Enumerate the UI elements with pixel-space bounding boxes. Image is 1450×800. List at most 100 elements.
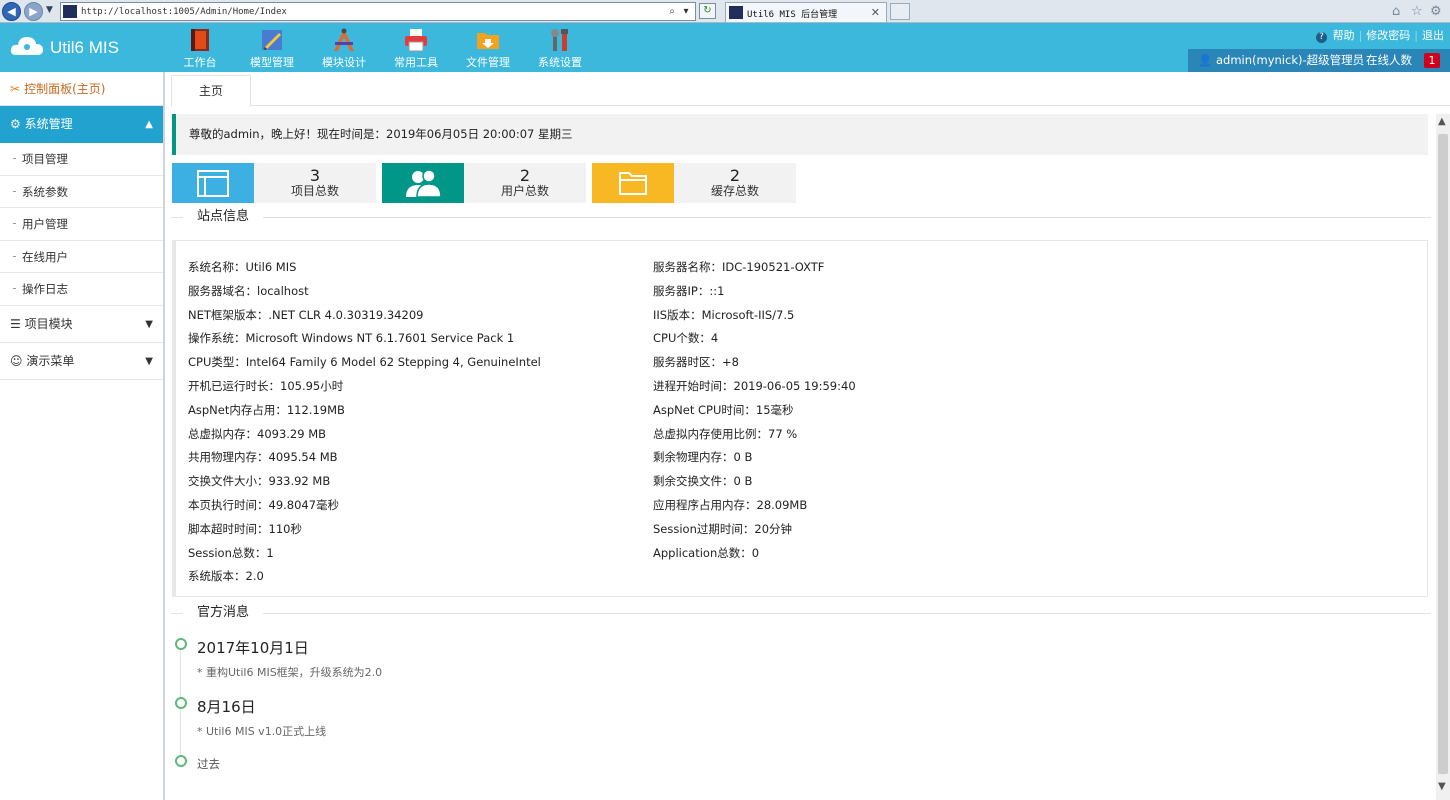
online-users-label[interactable]: 在线人数	[1366, 49, 1412, 72]
timeline-body: * 重构Util6 MIS框架，升级系统为2.0	[197, 666, 383, 679]
site-favicon-icon	[63, 5, 77, 18]
nav-workbench[interactable]: 工作台	[164, 23, 236, 69]
stat-text-box: 2 缓存总数	[674, 163, 796, 203]
tab-home[interactable]: 主页	[171, 75, 251, 107]
timeline-title: 8月16日	[197, 698, 256, 716]
nav-label: 模型管理	[250, 56, 294, 69]
site-info-item: 进程开始时间：2019-06-05 19:59:40	[653, 379, 856, 393]
app-header: Util6 MIS 工作台 模型管理 模块设计 常用工具 文件管理 系统设置 ?…	[0, 23, 1450, 72]
sidebar-group-demo[interactable]: ☺ 演示菜单 ▼	[0, 343, 163, 380]
site-info-item: 总虚拟内存使用比例：77 %	[653, 426, 798, 441]
new-tab-button[interactable]	[890, 3, 910, 20]
folder-icon	[619, 172, 647, 195]
nav-tools[interactable]: 常用工具	[380, 23, 452, 69]
site-info-item: 系统版本：2.0	[188, 569, 264, 584]
user-bar: 👤 admin(mynick)-超级管理员 在线人数 1	[1188, 49, 1450, 72]
scrollbar-thumb[interactable]	[1438, 134, 1448, 774]
logo[interactable]: Util6 MIS	[10, 27, 150, 67]
close-tab-icon[interactable]: ✕	[871, 6, 880, 19]
scrollbar[interactable]: ▲ ▼	[1436, 114, 1450, 800]
expand-arrow-icon: ▼	[145, 355, 153, 367]
app-name: Util6 MIS	[50, 38, 119, 57]
nav-label: 工作台	[183, 56, 217, 69]
back-icon[interactable]: ◀	[2, 2, 21, 21]
sidebar: ✂ 控制面板(主页) ⚙ 系统管理 ▲ 项目管理 系统参数 用户管理 在线用户 操…	[0, 72, 165, 800]
nav-label: 常用工具	[394, 56, 438, 69]
timeline-body: * Util6 MIS v1.0正式上线	[197, 725, 327, 738]
browser-tab[interactable]: Util6 MIS 后台管理 ✕	[725, 2, 887, 22]
sidebar-group-project-modules[interactable]: ☰ 项目模块 ▼	[0, 306, 163, 343]
list-icon: ☰	[10, 316, 21, 331]
gear-icon[interactable]: ⚙	[1430, 4, 1442, 19]
sidebar-group-system[interactable]: ⚙ 系统管理 ▲	[0, 106, 163, 143]
logout-link[interactable]: 退出	[1422, 29, 1444, 42]
site-info-item: 服务器名称：IDC-190521-OXTF	[653, 260, 825, 274]
sidebar-item-logs[interactable]: 操作日志	[0, 273, 163, 306]
tab-bar: 主页	[171, 72, 1450, 107]
sidebar-item-projects[interactable]: 项目管理	[0, 143, 163, 176]
stat-value: 2	[729, 166, 741, 185]
scroll-up-icon[interactable]: ▲	[1438, 116, 1446, 127]
tab-title: Util6 MIS 后台管理	[747, 10, 838, 20]
site-info-item: NET框架版本：.NET CLR 4.0.30319.34209	[188, 307, 424, 322]
sidebar-home[interactable]: ✂ 控制面板(主页)	[0, 72, 163, 106]
timeline-dot	[175, 697, 187, 709]
home-icon[interactable]: ⌂	[1392, 4, 1400, 19]
url-input[interactable]	[81, 5, 641, 18]
site-info-item: 剩余物理内存：0 B	[653, 450, 753, 465]
sidebar-item-users[interactable]: 用户管理	[0, 208, 163, 241]
user-name: admin(mynick)-超级管理员	[1215, 53, 1365, 67]
stat-text-box: 3 项目总数	[254, 163, 376, 203]
cloud-logo-icon	[10, 37, 43, 55]
site-info-panel: 系统名称：Util6 MIS 服务器域名：localhost NET框架版本：.NE…	[172, 240, 1428, 597]
help-link[interactable]: 帮助	[1333, 29, 1355, 42]
stat-value: 2	[519, 166, 531, 185]
site-info-item: Session过期时间：20分钟	[653, 521, 793, 536]
divider	[171, 613, 1431, 614]
star-icon[interactable]: ☆	[1411, 4, 1423, 19]
nav-files[interactable]: 文件管理	[452, 23, 524, 69]
window-icon	[197, 170, 229, 197]
scroll-down-icon[interactable]: ▼	[1438, 781, 1446, 792]
address-bar[interactable]: ⌕ ▾	[60, 2, 696, 21]
site-info-item: 脚本超时时间：110秒	[188, 521, 302, 536]
user-info[interactable]: 👤 admin(mynick)-超级管理员	[1198, 49, 1364, 72]
site-info-item: 交换文件大小：933.92 MB	[188, 474, 331, 489]
divider: |	[1414, 29, 1418, 42]
refresh-icon[interactable]: ↻	[699, 3, 716, 19]
site-info-item: CPU个数：4	[653, 331, 719, 346]
timeline-title: 过去	[197, 757, 220, 771]
search-icon[interactable]: ⌕	[666, 5, 678, 18]
stat-text-box: 2 用户总数	[464, 163, 586, 203]
stat-label: 项目总数	[290, 184, 339, 198]
sidebar-item-online-users[interactable]: 在线用户	[0, 241, 163, 273]
site-info-item: 共用物理内存：4095.54 MB	[188, 450, 338, 465]
nav-design[interactable]: 模块设计	[308, 23, 380, 69]
sidebar-item-params[interactable]: 系统参数	[0, 176, 163, 208]
tab-favicon-icon	[729, 6, 743, 19]
expand-arrow-icon: ▼	[145, 318, 153, 330]
sidebar-home-label: 控制面板(主页)	[24, 82, 106, 96]
news-title: 官方消息	[183, 603, 264, 623]
site-info-item: CPU类型：Intel64 Family 6 Model 62 Stepping…	[188, 355, 541, 370]
site-info-item: 开机已运行时长：105.95小时	[188, 379, 344, 393]
site-info-item: IIS版本：Microsoft-IIS/7.5	[653, 307, 795, 322]
stat-label: 用户总数	[500, 184, 549, 198]
nav-model[interactable]: 模型管理	[236, 23, 308, 69]
forward-icon[interactable]: ▶	[24, 2, 43, 21]
online-count-badge[interactable]: 1	[1424, 53, 1440, 68]
help-icon: ?	[1316, 32, 1328, 43]
sidebar-group-label: 项目模块	[24, 316, 73, 331]
stat-icon-box	[592, 163, 674, 203]
nav-label: 系统设置	[538, 56, 582, 69]
browser-chrome: ◀ ▶ ▼ ⌕ ▾ ↻ Util6 MIS 后台管理 ✕ ⌂ ☆ ⚙	[0, 0, 1450, 23]
address-dropdown-icon[interactable]: ▾	[680, 5, 692, 18]
history-dropdown-icon[interactable]: ▼	[46, 5, 53, 15]
nav-settings[interactable]: 系统设置	[524, 23, 596, 69]
gear-icon: ⚙	[10, 117, 21, 131]
change-password-link[interactable]: 修改密码	[1366, 29, 1410, 42]
sidebar-item-label: 操作日志	[22, 282, 68, 296]
sidebar-item-label: 项目管理	[22, 152, 68, 166]
site-info-item: 剩余交换文件：0 B	[653, 474, 753, 489]
site-info-item: Session总数：1	[188, 545, 274, 560]
